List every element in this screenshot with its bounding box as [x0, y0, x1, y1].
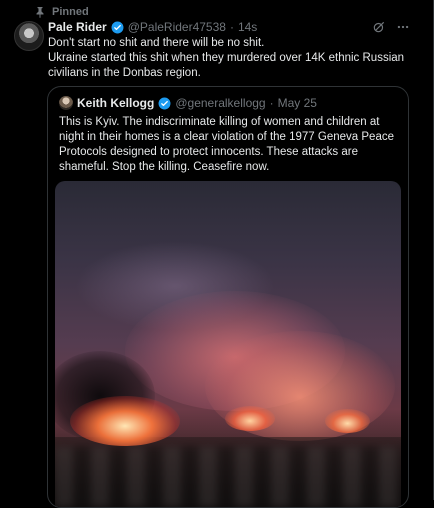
tweet-header: Pale Rider @PaleRider47538 · 14s [48, 20, 394, 34]
grok-icon[interactable] [372, 20, 386, 34]
tweet-text: Don't start no shit and there will be no… [48, 36, 408, 81]
quoted-tweet-timestamp: May 25 [277, 96, 317, 110]
separator-dot: · [229, 20, 234, 34]
quoted-author-avatar [59, 96, 73, 110]
image-fire [225, 406, 275, 431]
image-fire [70, 396, 180, 446]
tweet-text-line-1: Don't start no shit and there will be no… [48, 37, 265, 49]
quoted-author-handle: @generalkellogg [175, 96, 266, 110]
tweet-timestamp[interactable]: 14s [238, 20, 257, 34]
author-display-name[interactable]: Pale Rider [48, 20, 107, 34]
quoted-tweet-header: Keith Kellogg @generalkellogg · May 25 [59, 96, 317, 110]
author-handle[interactable]: @PaleRider47538 [128, 20, 226, 34]
tweet-text-line-2: Ukraine started this shit when they murd… [48, 52, 405, 79]
more-icon[interactable] [396, 20, 410, 34]
pinned-indicator: Pinned [34, 6, 89, 18]
verified-icon[interactable] [111, 21, 124, 34]
separator-dot: · [269, 96, 274, 110]
verified-icon [158, 97, 171, 110]
pinned-label: Pinned [52, 6, 89, 18]
quoted-tweet-card[interactable]: Keith Kellogg @generalkellogg · May 25 T… [47, 86, 409, 508]
quoted-tweet-image[interactable] [55, 181, 401, 507]
tweet-actions [372, 20, 410, 34]
author-avatar[interactable] [14, 21, 44, 51]
pin-icon [34, 6, 46, 18]
image-fire [325, 409, 370, 433]
quoted-tweet-text: This is Kyiv. The indiscriminate killing… [59, 116, 394, 173]
image-blurred-foreground [55, 447, 401, 507]
quoted-author-display-name: Keith Kellogg [77, 96, 155, 110]
